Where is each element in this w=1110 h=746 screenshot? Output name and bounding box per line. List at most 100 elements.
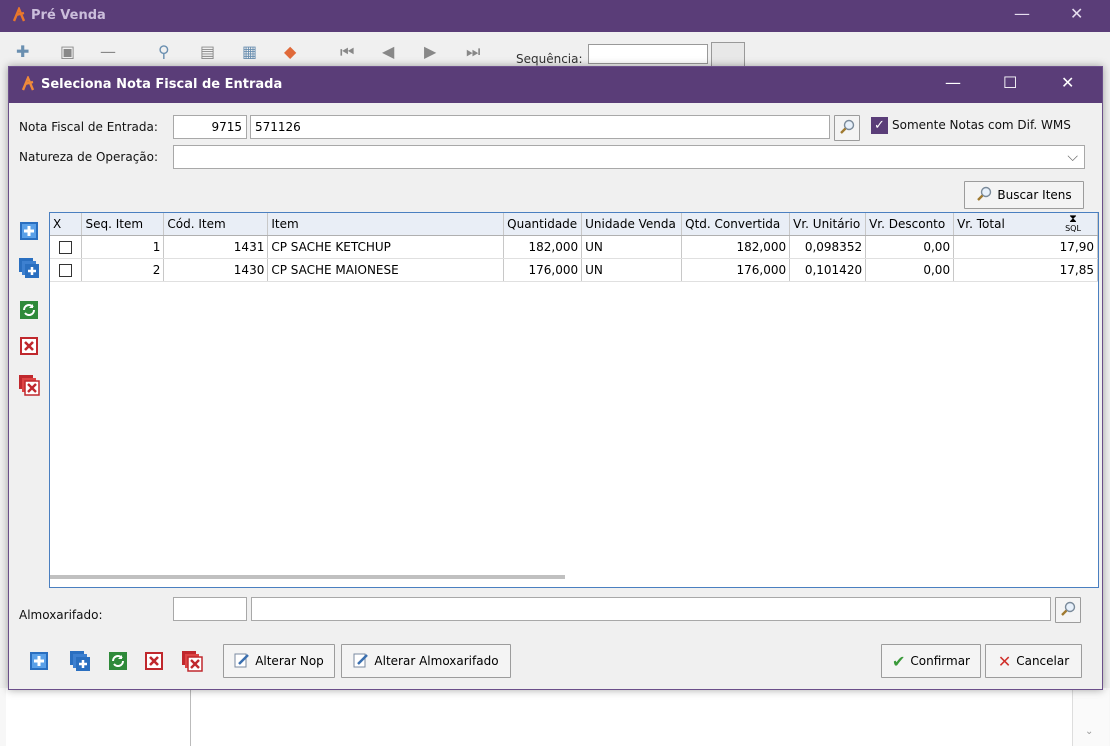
almoxarifado-name-input[interactable] (251, 597, 1051, 621)
column-header-qtd-convertida[interactable]: Qtd. Convertida (681, 213, 791, 236)
column-header-vr-desconto[interactable]: Vr. Desconto (865, 213, 955, 236)
sql-badge: SQL (1065, 224, 1081, 233)
sequence-label: Sequência: (516, 52, 583, 66)
cancelar-button[interactable]: ✕ Cancelar (985, 644, 1082, 678)
dialog-close-button[interactable]: ✕ (1061, 73, 1074, 92)
save-icon[interactable]: ▣ (60, 42, 75, 61)
cell-vr-unitario: 0,101420 (789, 258, 867, 282)
add-icon[interactable]: ✚ (16, 42, 29, 61)
row-select-cell[interactable] (50, 258, 83, 282)
print-icon[interactable]: ▤ (200, 42, 215, 61)
delete-multiple-rows-icon[interactable] (18, 374, 40, 396)
dialog-maximize-button[interactable]: ☐ (1003, 73, 1017, 92)
alterar-almoxarifado-button[interactable]: Alterar Almoxarifado (341, 644, 511, 678)
cancelar-label: Cancelar (1016, 654, 1070, 668)
magnifier-icon (1060, 601, 1076, 620)
row-checkbox[interactable] (59, 241, 73, 254)
natureza-select[interactable]: ⌵ (173, 145, 1085, 169)
confirmar-label: Confirmar (910, 654, 970, 668)
magnifier-icon (976, 186, 992, 205)
cell-seq-item: 2 (81, 258, 165, 282)
cell-quantidade: 182,000 (503, 235, 583, 259)
close-icon: ✕ (997, 651, 1012, 671)
column-header-item[interactable]: Item (267, 213, 505, 236)
delete-multiple-rows-icon[interactable] (181, 650, 203, 672)
eraser-icon[interactable]: ◆ (284, 42, 296, 61)
add-row-icon[interactable] (28, 650, 50, 672)
background-left-panel (6, 688, 191, 746)
column-header-quantidade[interactable]: Quantidade (503, 213, 583, 236)
refresh-icon[interactable] (18, 299, 40, 321)
background-minimize-button[interactable]: — (1014, 4, 1030, 23)
scroll-down-icon[interactable]: ⌄ (1085, 726, 1093, 737)
background-window-title: Pré Venda (31, 8, 106, 23)
refresh-icon[interactable] (107, 650, 129, 672)
grid-header-row: X Seq. Item Cód. Item Item Quantidade Un… (50, 213, 1098, 236)
dialog-minimize-button[interactable]: — (945, 73, 961, 92)
search-icon[interactable]: ⚲ (158, 42, 170, 61)
background-close-button[interactable]: ✕ (1070, 4, 1083, 23)
column-header-vr-unitario[interactable]: Vr. Unitário (789, 213, 867, 236)
background-scrollbar[interactable]: ⌄ (1072, 690, 1109, 746)
edit-icon (234, 652, 250, 671)
previous-record-icon[interactable]: ◀ (382, 42, 394, 61)
cell-vr-desconto: 0,00 (865, 258, 955, 282)
add-multiple-rows-icon[interactable] (69, 650, 91, 672)
cell-vr-desconto: 0,00 (865, 235, 955, 259)
natureza-label: Natureza de Operação: (19, 150, 159, 164)
cell-seq-item: 1 (81, 235, 165, 259)
add-row-icon[interactable] (18, 220, 40, 242)
alterar-nop-label: Alterar Nop (255, 654, 324, 668)
sequence-input[interactable] (588, 44, 708, 64)
almoxarifado-search-button[interactable] (1055, 597, 1081, 623)
somente-notas-label: Somente Notas com Dif. WMS (892, 118, 1071, 132)
dialog-title: Seleciona Nota Fiscal de Entrada (41, 77, 283, 92)
cell-cod-item: 1431 (163, 235, 269, 259)
cell-unidade-venda: UN (581, 258, 683, 282)
alterar-almoxarifado-label: Alterar Almoxarifado (374, 654, 499, 668)
edit-icon (353, 652, 369, 671)
table-row[interactable]: 2 1430 CP SACHE MAIONESE 176,000 UN 176,… (50, 258, 1098, 282)
magnifier-icon (839, 119, 855, 138)
dialog-logo-icon (21, 74, 35, 92)
almoxarifado-code-input[interactable] (173, 597, 247, 621)
cell-qtd-convertida: 182,000 (681, 235, 791, 259)
items-table: X Seq. Item Cód. Item Item Quantidade Un… (50, 213, 1098, 282)
delete-row-icon[interactable] (143, 650, 165, 672)
row-select-cell[interactable] (50, 235, 83, 259)
delete-row-icon[interactable] (18, 335, 40, 357)
add-multiple-rows-icon[interactable] (18, 257, 40, 279)
nota-fiscal-label: Nota Fiscal de Entrada: (19, 120, 158, 134)
nota-fiscal-code-input[interactable]: 9715 (173, 115, 247, 139)
grid-horizontal-scrollbar[interactable] (50, 575, 565, 579)
app-logo-icon (12, 5, 26, 23)
almoxarifado-label: Almoxarifado: (19, 608, 103, 622)
column-header-cod-item[interactable]: Cód. Item (163, 213, 269, 236)
nota-fiscal-search-button[interactable] (834, 115, 860, 141)
items-grid[interactable]: X Seq. Item Cód. Item Item Quantidade Un… (49, 212, 1099, 588)
column-header-unidade-venda[interactable]: Unidade Venda (581, 213, 683, 236)
background-window-titlebar (0, 0, 1110, 32)
cell-unidade-venda: UN (581, 235, 683, 259)
column-header-x[interactable]: X (50, 213, 83, 236)
cell-cod-item: 1430 (163, 258, 269, 282)
column-header-seq-item[interactable]: Seq. Item (81, 213, 165, 236)
remove-icon[interactable]: — (100, 42, 116, 61)
last-record-icon[interactable]: ⏭ (466, 42, 480, 62)
grid-icon[interactable]: ▦ (242, 42, 257, 61)
checkmark-icon: ✔ (892, 651, 906, 671)
somente-notas-checkbox[interactable]: ✓ (871, 117, 888, 134)
cell-quantidade: 176,000 (503, 258, 583, 282)
table-row[interactable]: 1 1431 CP SACHE KETCHUP 182,000 UN 182,0… (50, 235, 1098, 259)
cell-item: CP SACHE KETCHUP (267, 235, 505, 259)
buscar-itens-button[interactable]: Buscar Itens (964, 181, 1084, 209)
background-content-panel (190, 688, 1106, 746)
next-record-icon[interactable]: ▶ (424, 42, 436, 61)
alterar-nop-button[interactable]: Alterar Nop (223, 644, 335, 678)
chevron-down-icon: ⌵ (1067, 149, 1078, 165)
nota-fiscal-number-input[interactable]: 571126 (250, 115, 830, 139)
first-record-icon[interactable]: ⏮ (340, 42, 354, 62)
row-checkbox[interactable] (59, 264, 73, 277)
confirmar-button[interactable]: ✔ Confirmar (881, 644, 981, 678)
sequence-search-button[interactable] (711, 42, 745, 68)
